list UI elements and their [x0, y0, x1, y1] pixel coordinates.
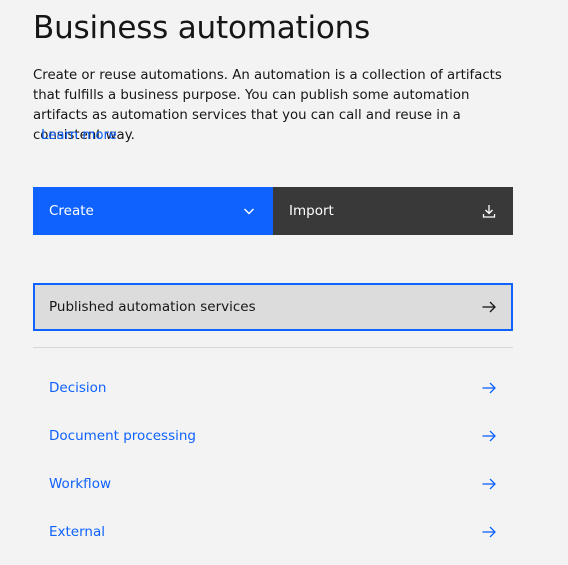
link-label: Decision: [49, 380, 107, 396]
import-button-label: Import: [289, 203, 334, 219]
download-icon: [481, 203, 497, 219]
document-processing-link[interactable]: Document processing: [33, 412, 513, 460]
chevron-down-icon: [241, 203, 257, 219]
arrow-right-icon: [481, 524, 497, 540]
learn-more-link[interactable]: Learn more: [41, 126, 117, 146]
workflow-link[interactable]: Workflow: [33, 460, 513, 508]
business-automations-page: Business automations Create or reuse aut…: [0, 0, 568, 565]
link-label: Workflow: [49, 476, 111, 492]
decision-link[interactable]: Decision: [33, 364, 513, 412]
create-button[interactable]: Create: [33, 187, 273, 235]
link-label: External: [49, 524, 106, 540]
arrow-right-icon: [481, 299, 497, 315]
create-button-label: Create: [49, 203, 94, 219]
import-button[interactable]: Import: [273, 187, 513, 235]
arrow-right-icon: [481, 428, 497, 444]
published-tile-label: Published automation services: [49, 299, 256, 315]
arrow-right-icon: [481, 380, 497, 396]
arrow-right-icon: [481, 476, 497, 492]
link-label: Document processing: [49, 428, 196, 444]
page-title: Business automations: [33, 10, 371, 46]
section-divider: [33, 347, 513, 348]
published-automation-services-tile[interactable]: Published automation services: [33, 283, 513, 331]
action-buttons: Create Import: [33, 187, 513, 235]
external-link[interactable]: External: [33, 508, 513, 556]
automation-type-list: Decision Document processing Workflow Ex…: [33, 364, 513, 556]
